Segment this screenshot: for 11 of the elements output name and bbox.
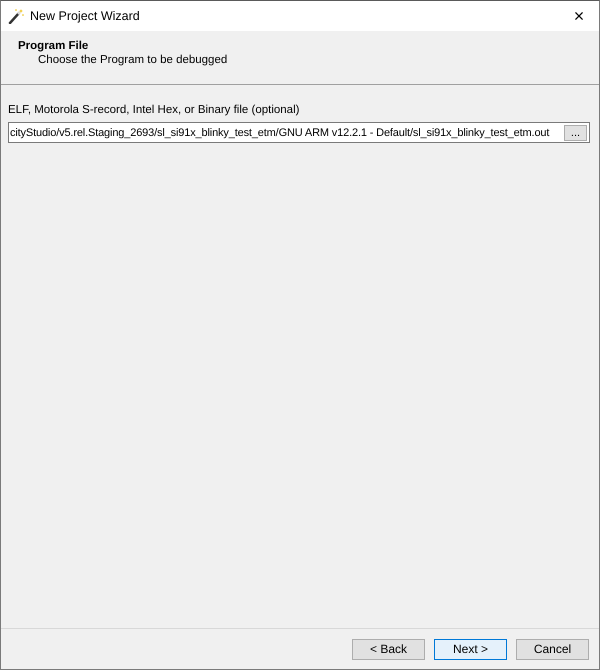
field-label: ELF, Motorola S-record, Intel Hex, or Binary file (optional) — [8, 104, 300, 116]
page-title: Program File — [18, 40, 90, 52]
wizard-button[interactable]: < Back — [352, 638, 425, 660]
wizard-button[interactable]: Cancel — [516, 638, 589, 660]
file-path-field[interactable]: cityStudio/v5.rel.Staging_2693/sl_si91x_blinky_test_etm/GNU ARM v12.2.1 - Default/sl_si91x_blinky_test_etm.out ... — [8, 122, 590, 143]
magic-wand-icon — [8, 8, 24, 24]
page-description: Choose the Program to be debugged — [37, 54, 228, 66]
window-title: New Project Wizard — [30, 9, 141, 23]
close-button[interactable]: × — [559, 1, 599, 31]
browse-button[interactable]: ... — [564, 124, 587, 140]
wizard-button[interactable]: Next > — [434, 638, 507, 660]
